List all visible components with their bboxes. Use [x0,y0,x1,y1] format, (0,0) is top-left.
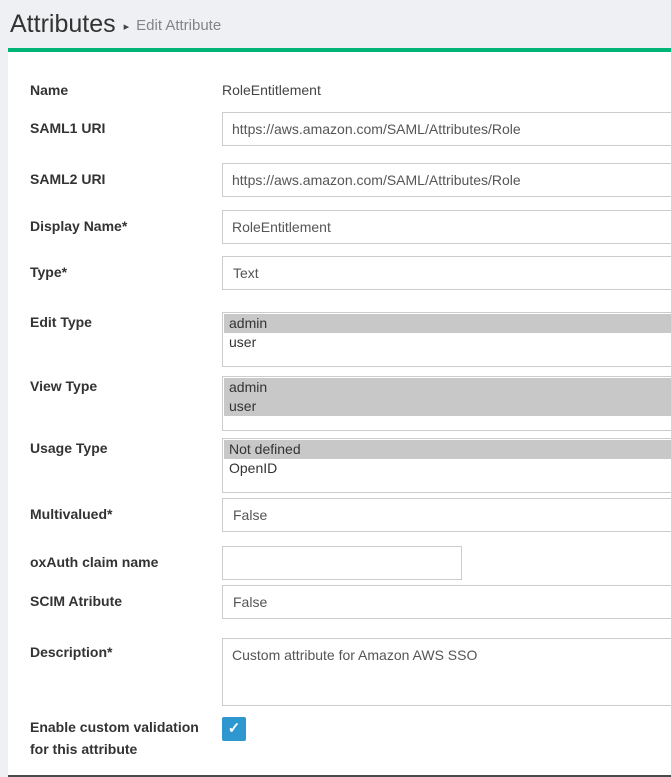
view-type-option-admin[interactable]: admin [224,378,671,397]
multivalued-select-value: False [233,507,267,523]
edit-type-listbox[interactable]: admin user [222,312,671,367]
edit-type-option-user[interactable]: user [224,333,671,352]
usage-type-option-not-defined[interactable]: Not defined [224,440,671,459]
multivalued-select[interactable]: False [222,498,671,532]
type-label: Type* [30,262,212,282]
custom-validation-label: Enable custom validation for this attrib… [30,716,212,760]
breadcrumb: Edit Attribute [136,17,221,34]
type-select[interactable]: Text [222,256,671,290]
view-type-option-user[interactable]: user [224,397,671,416]
saml1-uri-label: SAML1 URI [30,118,212,138]
page-header: Attributes ▸ Edit Attribute [0,0,671,48]
view-type-listbox[interactable]: admin user [222,376,671,431]
breadcrumb-arrow-icon: ▸ [124,20,130,33]
description-textarea[interactable]: Custom attribute for Amazon AWS SSO [222,638,671,706]
name-value: RoleEntitlement [222,80,321,100]
saml1-uri-input[interactable] [222,112,671,146]
saml2-uri-input[interactable] [222,163,671,197]
edit-attribute-panel: Name RoleEntitlement SAML1 URI SAML2 URI… [8,48,671,777]
type-select-value: Text [233,265,259,281]
custom-validation-checkbox[interactable]: ✓ [222,717,246,741]
scim-attribute-select-value: False [233,594,267,610]
display-name-label: Display Name* [30,216,212,236]
name-label: Name [30,80,212,100]
description-label: Description* [30,642,212,662]
page-title: Attributes [10,10,116,39]
checkmark-icon: ✓ [228,721,241,736]
scim-attribute-select[interactable]: False [222,585,671,619]
edit-type-label: Edit Type [30,312,212,332]
usage-type-label: Usage Type [30,438,212,458]
multivalued-label: Multivalued* [30,504,212,524]
usage-type-option-openid[interactable]: OpenID [224,459,671,478]
saml2-uri-label: SAML2 URI [30,169,212,189]
edit-type-option-admin[interactable]: admin [224,314,671,333]
usage-type-listbox[interactable]: Not defined OpenID [222,438,671,493]
display-name-input[interactable] [222,210,671,244]
scim-attribute-label: SCIM Atribute [30,591,212,611]
view-type-label: View Type [30,376,212,396]
oxauth-claim-name-label: oxAuth claim name [30,552,212,572]
oxauth-claim-name-input[interactable] [222,546,462,580]
